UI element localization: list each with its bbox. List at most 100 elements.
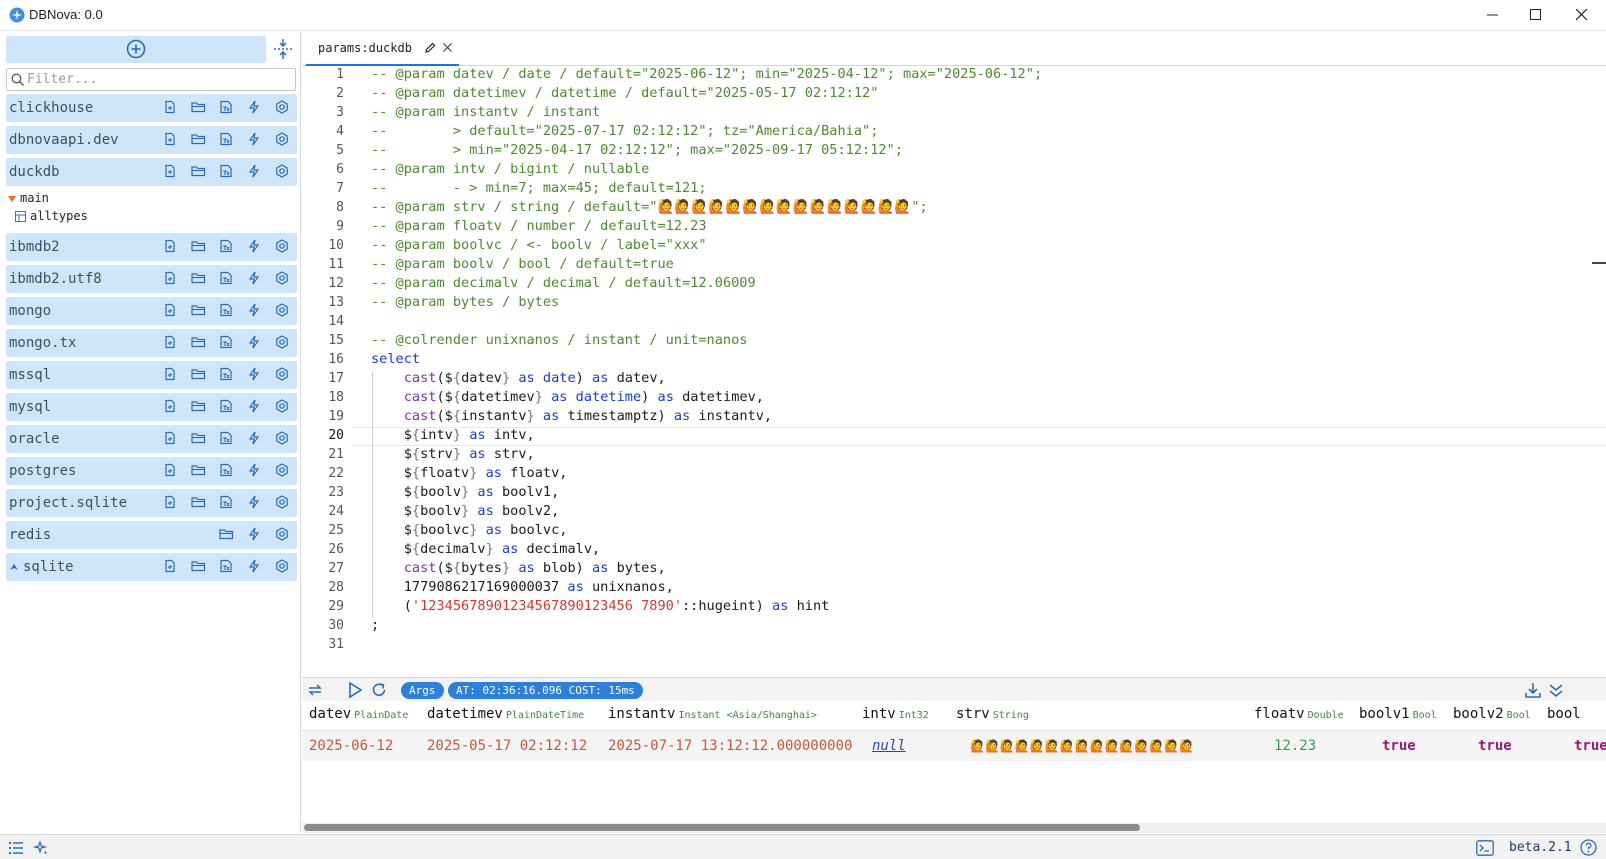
open-folder-icon[interactable] (191, 399, 207, 415)
close-tab-icon[interactable] (442, 42, 453, 53)
settings-icon[interactable] (275, 367, 291, 383)
help-icon[interactable] (1580, 839, 1597, 856)
cell-floatv[interactable]: 12.23 (1274, 738, 1316, 754)
bolt-icon[interactable] (247, 132, 263, 148)
column-header-intv[interactable]: intv Int32 (862, 706, 929, 722)
minimize-button[interactable] (1470, 0, 1516, 31)
connection-item-ibmdb2-utf8[interactable]: ibmdb2.utf8 (6, 265, 297, 293)
transaction-icon[interactable] (219, 100, 235, 116)
column-header-instantv[interactable]: instantv Instant <Asia/Shanghai> (608, 706, 817, 722)
transaction-icon[interactable] (219, 303, 235, 319)
column-header-boolv2[interactable]: boolv2 Bool (1453, 706, 1531, 722)
connection-item-oracle[interactable]: oracle (6, 425, 297, 453)
transaction-icon[interactable] (219, 367, 235, 383)
transaction-icon[interactable] (219, 271, 235, 287)
open-folder-icon[interactable] (191, 495, 207, 511)
settings-icon[interactable] (275, 239, 291, 255)
refresh-icon[interactable] (370, 681, 388, 699)
tree-table-alltypes[interactable]: alltypes (30, 209, 88, 223)
settings-icon[interactable] (275, 164, 291, 180)
open-folder-icon[interactable] (191, 431, 207, 447)
download-icon[interactable] (1524, 681, 1542, 699)
tab-params-duckdb[interactable]: params:duckdb (306, 32, 459, 66)
open-folder-icon[interactable] (191, 335, 207, 351)
close-window-button[interactable] (1559, 0, 1605, 31)
args-button[interactable]: Args (401, 682, 444, 699)
pencil-icon[interactable] (424, 42, 436, 54)
settings-icon[interactable] (275, 527, 291, 543)
connection-item-sqlite[interactable]: sqlite (6, 553, 297, 581)
settings-icon[interactable] (275, 431, 291, 447)
list-icon[interactable] (8, 840, 24, 856)
new-file-icon[interactable] (163, 271, 179, 287)
bolt-icon[interactable] (247, 164, 263, 180)
connection-item-mongo-tx[interactable]: mongo.tx (6, 329, 297, 357)
column-header-floatv[interactable]: floatv Double (1254, 706, 1344, 722)
column-header-bool[interactable]: bool (1547, 706, 1581, 722)
settings-icon[interactable] (275, 271, 291, 287)
connection-item-mysql[interactable]: mysql (6, 393, 297, 421)
transaction-icon[interactable] (219, 335, 235, 351)
connection-item-mongo[interactable]: mongo (6, 297, 297, 325)
open-folder-icon[interactable] (191, 303, 207, 319)
bolt-icon[interactable] (247, 495, 263, 511)
transaction-icon[interactable] (219, 399, 235, 415)
connection-item-ibmdb2[interactable]: ibmdb2 (6, 233, 297, 261)
bolt-icon[interactable] (247, 463, 263, 479)
cell-datetimev[interactable]: 2025-05-17 02:12:12 (427, 738, 587, 754)
new-file-icon[interactable] (163, 399, 179, 415)
bolt-icon[interactable] (247, 271, 263, 287)
new-file-icon[interactable] (163, 100, 179, 116)
horizontal-scrollbar[interactable] (302, 822, 1606, 833)
cell-datev[interactable]: 2025-06-12 (309, 738, 393, 754)
sparkle-icon[interactable] (33, 840, 49, 856)
transaction-icon[interactable] (219, 463, 235, 479)
table-row[interactable]: 2025-06-12 2025-05-17 02:12:12 2025-07-1… (302, 731, 1606, 761)
connection-item-redis[interactable]: redis (6, 521, 297, 549)
maximize-button[interactable] (1513, 0, 1559, 31)
settings-icon[interactable] (275, 100, 291, 116)
cell-instantv[interactable]: 2025-07-17 13:12:12.000000000 (608, 738, 852, 754)
column-header-boolv1[interactable]: boolv1 Bool (1359, 706, 1437, 722)
transaction-icon[interactable] (219, 132, 235, 148)
transaction-icon[interactable] (219, 559, 235, 575)
swap-icon[interactable] (306, 681, 324, 699)
new-file-icon[interactable] (163, 303, 179, 319)
bolt-icon[interactable] (247, 303, 263, 319)
connection-item-mssql[interactable]: mssql (6, 361, 297, 389)
transaction-icon[interactable] (219, 239, 235, 255)
new-file-icon[interactable] (163, 463, 179, 479)
new-file-icon[interactable] (163, 239, 179, 255)
column-header-datetimev[interactable]: datetimev PlainDateTime (427, 706, 584, 722)
transaction-icon[interactable] (219, 431, 235, 447)
connection-item-postgres[interactable]: postgres (6, 457, 297, 485)
open-folder-icon[interactable] (191, 100, 207, 116)
new-file-icon[interactable] (163, 431, 179, 447)
settings-icon[interactable] (275, 335, 291, 351)
open-folder-icon[interactable] (219, 527, 235, 543)
run-icon[interactable] (346, 681, 364, 699)
collapse-all-button[interactable] (271, 37, 295, 61)
bolt-icon[interactable] (247, 399, 263, 415)
open-folder-icon[interactable] (191, 239, 207, 255)
new-file-icon[interactable] (163, 495, 179, 511)
settings-icon[interactable] (275, 463, 291, 479)
new-file-icon[interactable] (163, 367, 179, 383)
open-folder-icon[interactable] (191, 164, 207, 180)
cell-strv[interactable]: 🙋🙋🙋🙋🙋🙋🙋🙋🙋🙋🙋🙋🙋🙋🙋 (970, 739, 1194, 753)
code-editor[interactable]: 1 2 3 4 5 6 7 8 9 10 11 12 13 14 15 16 17 18 19 20 21 22 23 24 2… (302, 67, 1606, 676)
cell-boolvc[interactable]: true (1574, 738, 1606, 754)
bolt-icon[interactable] (247, 367, 263, 383)
cell-boolv2[interactable]: true (1478, 738, 1512, 754)
scrollbar-thumb[interactable] (304, 824, 1140, 831)
chevron-double-down-icon[interactable] (1547, 681, 1565, 699)
bolt-icon[interactable] (247, 527, 263, 543)
connection-item-duckdb[interactable]: duckdb (6, 158, 297, 186)
column-header-datev[interactable]: datev PlainDate (309, 706, 408, 722)
bolt-icon[interactable] (247, 335, 263, 351)
bolt-icon[interactable] (247, 100, 263, 116)
open-folder-icon[interactable] (191, 132, 207, 148)
cell-boolv1[interactable]: true (1382, 738, 1416, 754)
expand-arrow-icon[interactable] (8, 196, 16, 202)
connection-item-project-sqlite[interactable]: project.sqlite (6, 489, 297, 517)
